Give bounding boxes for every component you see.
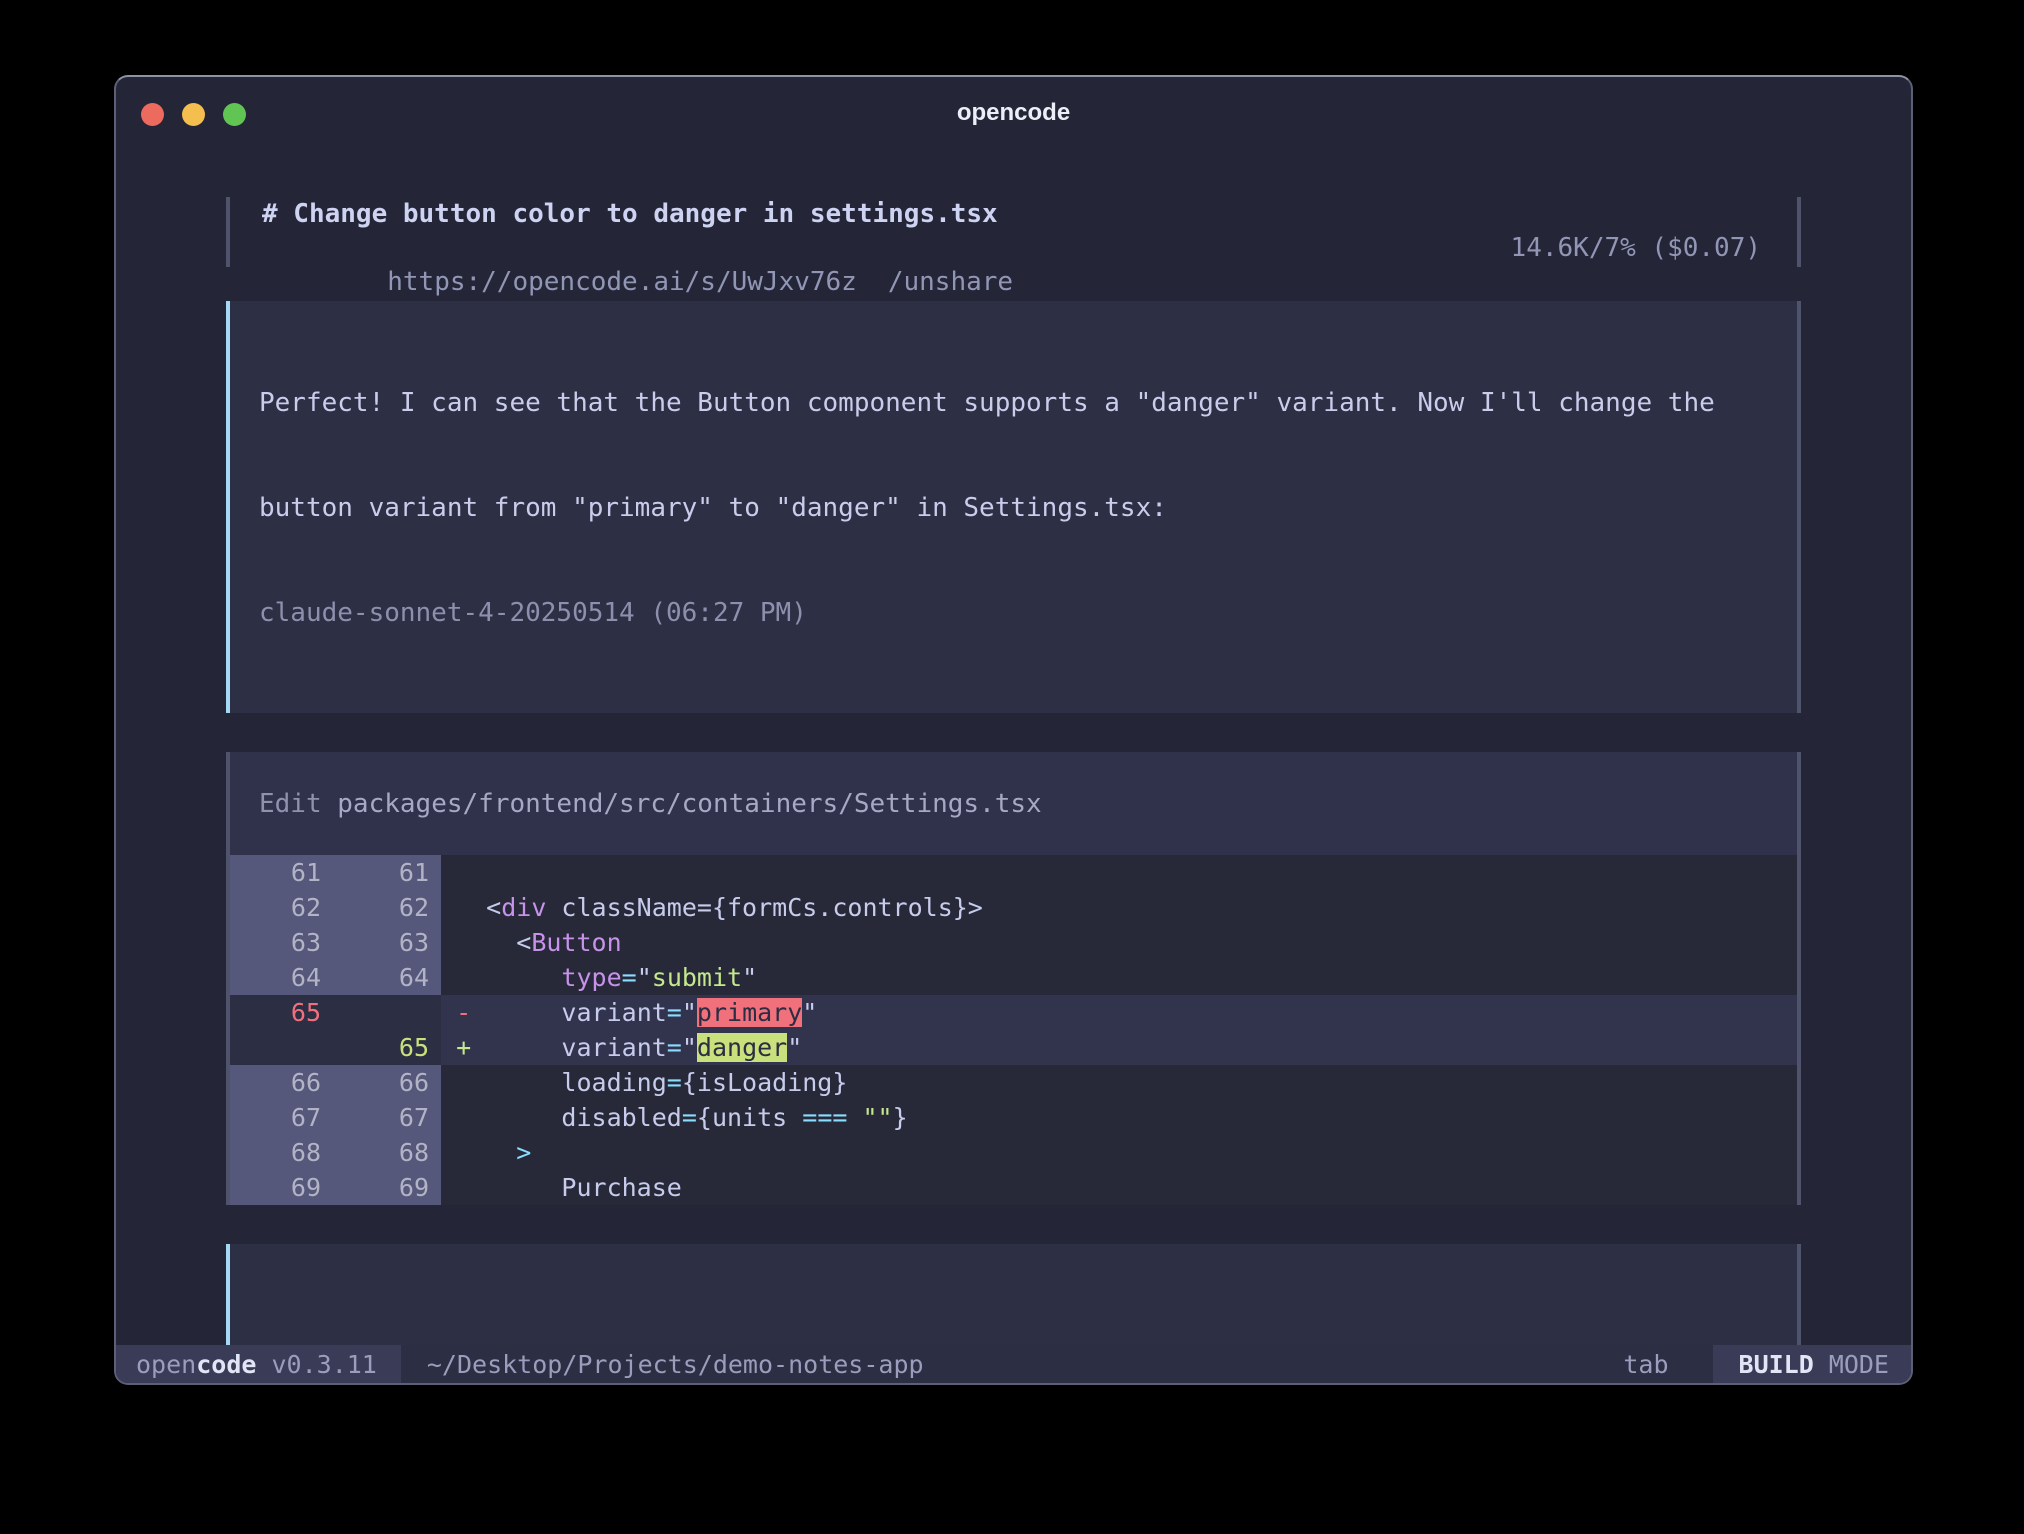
old-line-number: 61 (226, 855, 333, 890)
edited-file-path: packages/frontend/src/containers/Setting… (337, 789, 1041, 819)
new-line-number: 63 (333, 925, 441, 960)
new-line-number: 68 (333, 1135, 441, 1170)
edit-tool-label: Edit (259, 789, 337, 819)
old-line-number: 66 (226, 1065, 333, 1100)
app-version: v0.3.11 (256, 1350, 376, 1379)
new-line-number: 69 (333, 1170, 441, 1205)
old-line-number: 65 (226, 995, 333, 1030)
new-line-number: 67 (333, 1100, 441, 1135)
working-directory: ~/Desktop/Projects/demo-notes-app (427, 1350, 924, 1379)
diff-row: 6464 type="submit" (226, 960, 1801, 995)
old-line-number: 63 (226, 925, 333, 960)
old-line-number: 64 (226, 960, 333, 995)
window-title: opencode (116, 99, 1911, 127)
diff-right-bar (1797, 752, 1801, 1205)
old-line-number: 68 (226, 1135, 333, 1170)
code-line (441, 855, 1801, 890)
model-timestamp: claude-sonnet-4-20250514 (06:27 PM) (259, 596, 1781, 631)
diff-row: 65 + variant="danger" (226, 1030, 1801, 1065)
diff-rows: 61616262 <div className={formCs.controls… (226, 855, 1801, 1205)
titlebar: opencode (116, 77, 1911, 197)
message-line: button variant from "primary" to "danger… (259, 491, 1781, 526)
session-title: # Change button color to danger in setti… (262, 197, 1765, 231)
code-line: - variant="primary" (441, 995, 1801, 1030)
assistant-message: Perfect! I can see that the Button compo… (226, 301, 1801, 713)
new-line-number (333, 995, 441, 1030)
message-right-bar (1797, 301, 1801, 713)
message-accent-bar (226, 301, 230, 713)
token-usage-cost: 14.6K/7% ($0.07) (1511, 231, 1761, 265)
diff-row: 65 - variant="primary" (226, 995, 1801, 1030)
diff-row: 6767 disabled={units === ""} (226, 1100, 1801, 1135)
message-line: Perfect! I can see that the Button compo… (259, 386, 1781, 421)
unshare-command[interactable]: /unshare (888, 267, 1013, 297)
share-url[interactable]: https://opencode.ai/s/UwJxv76z (387, 267, 857, 297)
old-line-number: 67 (226, 1100, 333, 1135)
code-line: type="submit" (441, 960, 1801, 995)
new-line-number: 65 (333, 1030, 441, 1065)
session-right-bar (1797, 197, 1801, 267)
code-line: Purchase (441, 1170, 1801, 1205)
code-line: > (441, 1135, 1801, 1170)
new-line-number: 62 (333, 890, 441, 925)
app-window: opencode # Change button color to danger… (114, 75, 1913, 1385)
old-line-number (226, 1030, 333, 1065)
diff-left-bar (226, 752, 230, 1205)
diff-row: 6363 <Button (226, 925, 1801, 960)
new-line-number: 64 (333, 960, 441, 995)
tab-key-hint: tab (1623, 1350, 1668, 1379)
diff-row: 6969 Purchase (226, 1170, 1801, 1205)
mode-build-label: BUILD (1739, 1350, 1814, 1379)
status-bar: opencode v0.3.11 ~/Desktop/Projects/demo… (116, 1345, 1911, 1383)
old-line-number: 69 (226, 1170, 333, 1205)
app-version-segment: opencode v0.3.11 (116, 1345, 401, 1383)
session-header: # Change button color to danger in setti… (226, 197, 1801, 267)
session-left-bar (226, 197, 230, 267)
diff-header: Edit packages/frontend/src/containers/Se… (226, 752, 1801, 855)
code-line: disabled={units === ""} (441, 1100, 1801, 1135)
diff-row: 6161 (226, 855, 1801, 890)
new-line-number: 61 (333, 855, 441, 890)
code-line: + variant="danger" (441, 1030, 1801, 1065)
code-line: <div className={formCs.controls}> (441, 890, 1801, 925)
code-line: loading={isLoading} (441, 1065, 1801, 1100)
mode-segment[interactable]: BUILD MODE (1713, 1345, 1911, 1383)
mode-word-label: MODE (1829, 1350, 1889, 1379)
app-name-open: open (136, 1350, 196, 1379)
diff-row: 6666 loading={isLoading} (226, 1065, 1801, 1100)
code-line: <Button (441, 925, 1801, 960)
old-line-number: 62 (226, 890, 333, 925)
diff-row: 6262 <div className={formCs.controls}> (226, 890, 1801, 925)
edit-tool-panel: Edit packages/frontend/src/containers/Se… (226, 752, 1801, 1205)
app-name-code: code (196, 1350, 256, 1379)
new-line-number: 66 (333, 1065, 441, 1100)
diff-row: 6868 > (226, 1135, 1801, 1170)
